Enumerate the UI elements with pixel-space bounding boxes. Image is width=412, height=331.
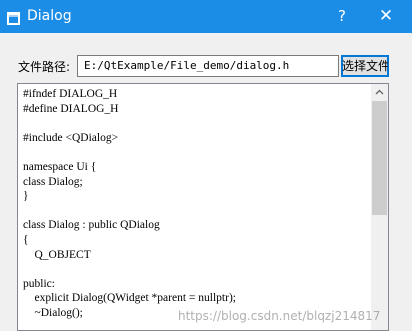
app-icon — [7, 10, 20, 25]
scrollbar-thumb[interactable] — [372, 101, 387, 215]
watermark-text: https://blog.csdn.net/blqzj214817 — [178, 309, 381, 323]
dialog-content: 文件路径: E:/QtExample/File_demo/dialog.h 选择… — [0, 33, 412, 331]
code-line: #include <QDialog> — [23, 131, 119, 144]
code-line: } — [23, 190, 29, 203]
code-line: namespace Ui { — [23, 160, 97, 173]
file-path-input[interactable]: E:/QtExample/File_demo/dialog.h — [77, 55, 339, 77]
scroll-up-arrow-icon[interactable] — [371, 84, 388, 101]
code-line: #ifndef DIALOG_H — [23, 88, 118, 100]
code-line: public: — [23, 277, 55, 290]
code-line: { — [23, 233, 29, 246]
choose-file-button[interactable]: 选择文件 — [341, 55, 389, 77]
code-line: Q_OBJECT — [23, 248, 91, 261]
vertical-scrollbar[interactable] — [371, 84, 388, 330]
file-path-label: 文件路径: — [18, 60, 71, 74]
code-line: class Dialog : public QDialog — [23, 219, 160, 232]
code-line: explicit Dialog(QWidget *parent = nullpt… — [23, 292, 236, 305]
close-button[interactable]: ✕ — [364, 0, 408, 33]
help-button[interactable]: ? — [322, 0, 362, 33]
file-content: #ifndef DIALOG_H #define DIALOG_H #include… — [23, 87, 368, 321]
dialog-window: Dialog ? ✕ 文件路径: E:/QtExample/File_demo/… — [0, 0, 412, 331]
code-line: #define DIALOG_H — [23, 102, 119, 115]
code-line: class Dialog; — [23, 175, 83, 188]
file-content-text-edit[interactable]: #ifndef DIALOG_H #define DIALOG_H #include… — [17, 83, 389, 331]
title-bar[interactable]: Dialog ? ✕ — [0, 0, 412, 33]
window-title: Dialog — [27, 8, 72, 24]
